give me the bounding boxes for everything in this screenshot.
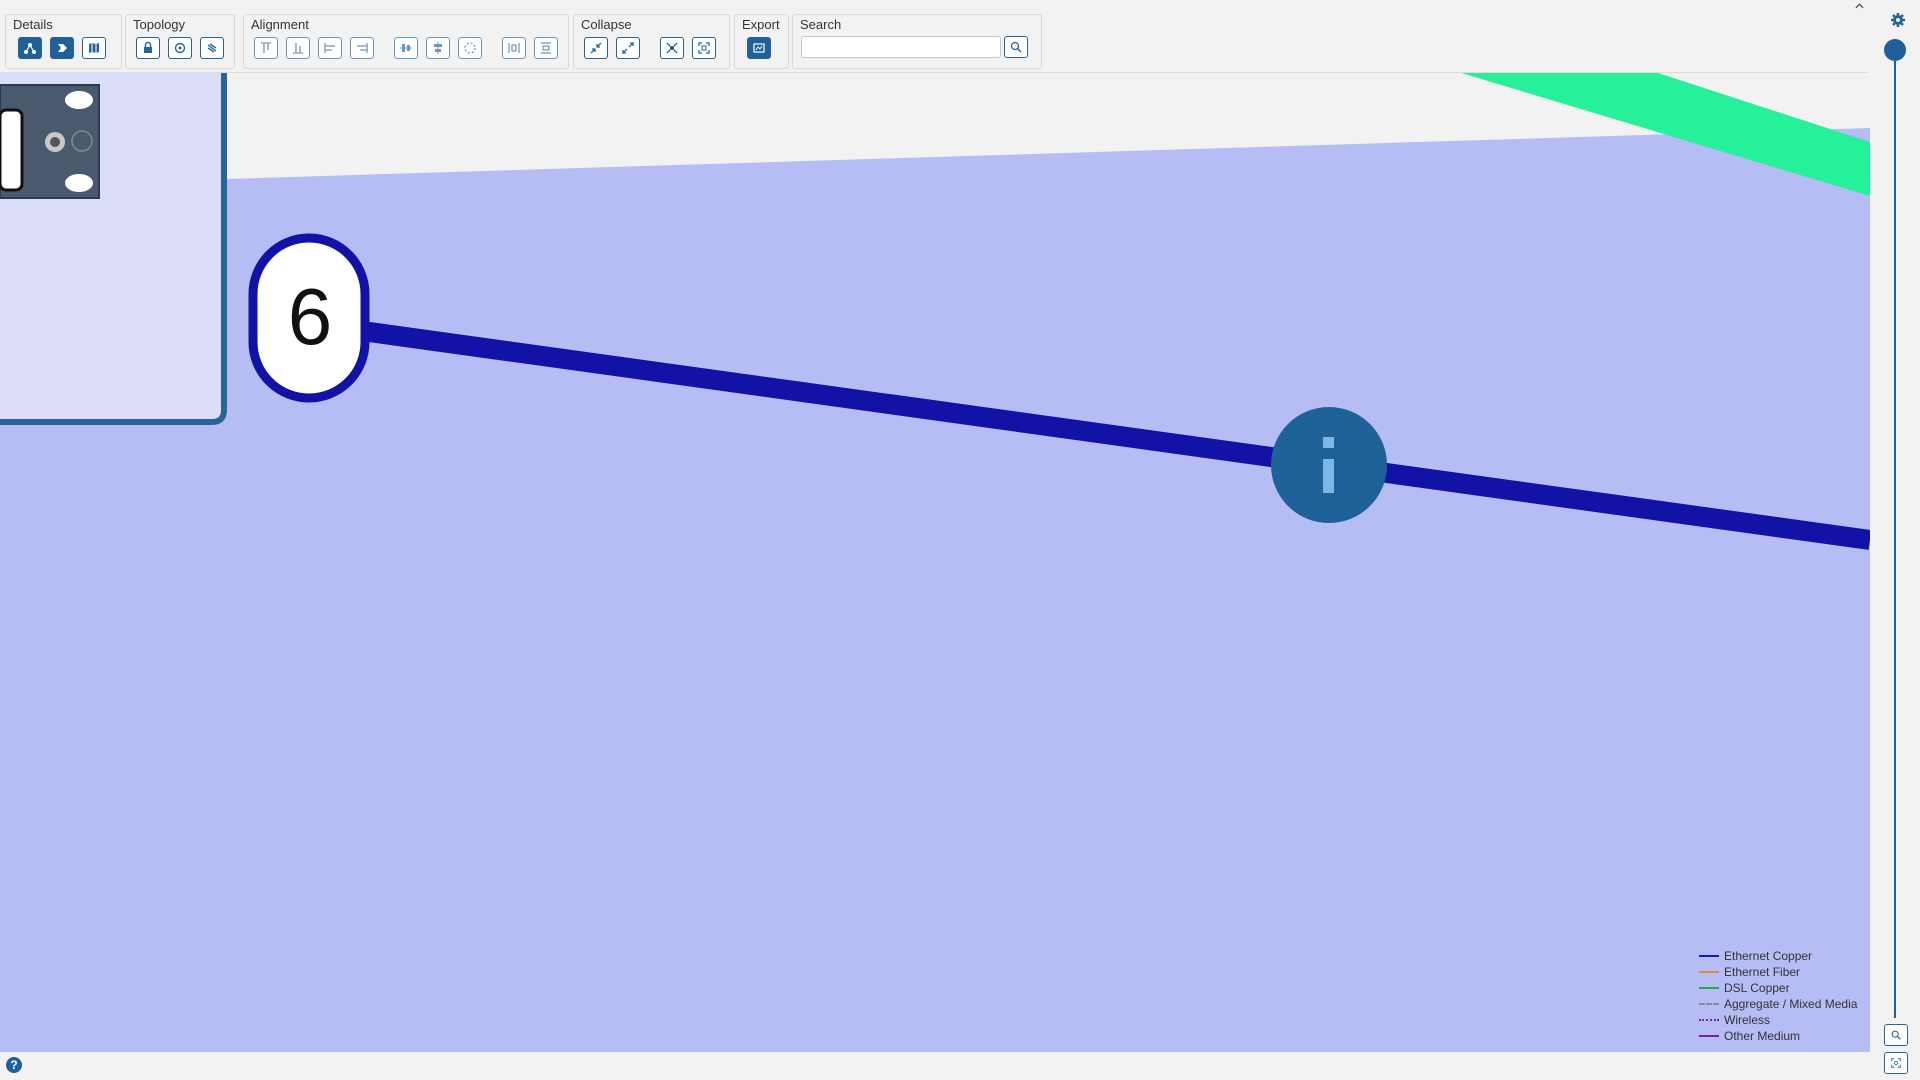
legend-label: Ethernet Copper: [1724, 949, 1813, 963]
lock-icon: [144, 41, 152, 53]
export-group: Export: [734, 14, 789, 69]
align-bottom-button[interactable]: [286, 37, 310, 59]
legend-item: Ethernet Copper: [1699, 948, 1857, 964]
collapse-button[interactable]: [584, 37, 608, 59]
info-icon-bar: [1323, 459, 1334, 493]
chevron-up-icon: [1854, 3, 1864, 9]
unlink-icon: [207, 43, 217, 53]
flow-button[interactable]: [50, 37, 74, 59]
info-icon: [1323, 437, 1334, 448]
legend-swatch: [1699, 1035, 1719, 1037]
legend-label: Other Medium: [1724, 1029, 1801, 1043]
collapse-group: Collapse: [573, 14, 730, 69]
legend-swatch: [1699, 971, 1719, 973]
align-right-button[interactable]: [350, 37, 374, 59]
legend-swatch: [1699, 987, 1719, 989]
expand-all-icon: [698, 42, 710, 54]
legend-swatch: [1699, 1019, 1719, 1021]
legend-label: Ethernet Fiber: [1724, 965, 1801, 979]
topology-group: Topology: [125, 14, 235, 69]
legend-label: Aggregate / Mixed Media: [1724, 997, 1858, 1011]
gear-icon[interactable]: [1890, 12, 1906, 28]
link-legend: Ethernet Copper Ethernet Fiber DSL Coppe…: [1699, 948, 1857, 1044]
legend-label: DSL Copper: [1724, 981, 1790, 995]
details-label: Details: [13, 17, 53, 32]
layout-button[interactable]: [18, 37, 42, 59]
legend-swatch: [1699, 1003, 1719, 1005]
search-icon: [1010, 41, 1022, 53]
search-label: Search: [800, 17, 842, 32]
zoom-icon: [1891, 1030, 1901, 1040]
layout-icon: [24, 43, 36, 54]
topology-canvas[interactable]: 6: [0, 0, 1920, 1080]
distribute-h-icon: [508, 43, 520, 53]
hide-links-button[interactable]: [200, 37, 224, 59]
node-6-label: 6: [287, 272, 333, 361]
topology-label: Topology: [133, 17, 186, 32]
help-icon[interactable]: ?: [6, 1057, 22, 1073]
zoom-slider-track[interactable]: [1894, 50, 1896, 1018]
toolbar: Details Topology Alignment Collapse Expo…: [0, 0, 1868, 73]
align-left-icon: [324, 43, 335, 53]
export-png-button[interactable]: [747, 37, 771, 59]
expand-icon: [622, 42, 634, 54]
search-button[interactable]: [1004, 36, 1028, 58]
center-button[interactable]: [168, 37, 192, 59]
lock-button[interactable]: [136, 37, 160, 59]
fit-view-icon: [1891, 1058, 1901, 1068]
search-input[interactable]: [801, 36, 1001, 58]
collapse-label: Collapse: [581, 17, 632, 32]
legend-item: Aggregate / Mixed Media: [1699, 996, 1857, 1012]
circle-layout-button[interactable]: [458, 37, 482, 59]
zoom-slider-handle[interactable]: [1884, 39, 1906, 61]
expand-button[interactable]: [616, 37, 640, 59]
zoom-search-button[interactable]: [1884, 1024, 1908, 1046]
fit-view-button[interactable]: [1884, 1052, 1908, 1074]
align-bottom-icon: [293, 43, 303, 54]
canvas-svg[interactable]: [0, 0, 1920, 1080]
collapse-toolbar-button[interactable]: [1852, 0, 1866, 12]
align-hcenter-button[interactable]: [426, 37, 450, 59]
device-icon[interactable]: [0, 84, 100, 199]
alignment-group: Alignment: [243, 14, 569, 69]
export-label: Export: [742, 17, 780, 32]
align-hcenter-icon: [434, 42, 442, 54]
circle-dots-icon: [464, 42, 476, 54]
legend-item: DSL Copper: [1699, 980, 1857, 996]
arrow-right-icon: [58, 44, 67, 52]
details-group: Details: [5, 14, 122, 69]
legend-item: Ethernet Fiber: [1699, 964, 1857, 980]
distribute-v-icon: [541, 42, 551, 54]
map-icon: [89, 43, 99, 53]
image-export-icon: [753, 43, 765, 53]
map-button[interactable]: [82, 37, 106, 59]
alignment-label: Alignment: [251, 17, 309, 32]
compress-icon: [590, 42, 602, 54]
collapse-all-icon: [666, 42, 678, 54]
distribute-horizontal-button[interactable]: [502, 37, 526, 59]
legend-label: Wireless: [1724, 1013, 1771, 1027]
legend-item: Wireless: [1699, 1012, 1857, 1028]
align-vcenter-button[interactable]: [394, 37, 418, 59]
target-icon: [174, 42, 186, 54]
legend-swatch: [1699, 955, 1719, 957]
align-top-button[interactable]: [254, 37, 278, 59]
align-top-icon: [261, 42, 271, 53]
align-right-icon: [357, 43, 368, 53]
distribute-vertical-button[interactable]: [534, 37, 558, 59]
expand-all-button[interactable]: [692, 37, 716, 59]
align-vcenter-icon: [400, 44, 412, 52]
collapse-all-button[interactable]: [660, 37, 684, 59]
legend-item: Other Medium: [1699, 1028, 1857, 1044]
align-left-button[interactable]: [318, 37, 342, 59]
